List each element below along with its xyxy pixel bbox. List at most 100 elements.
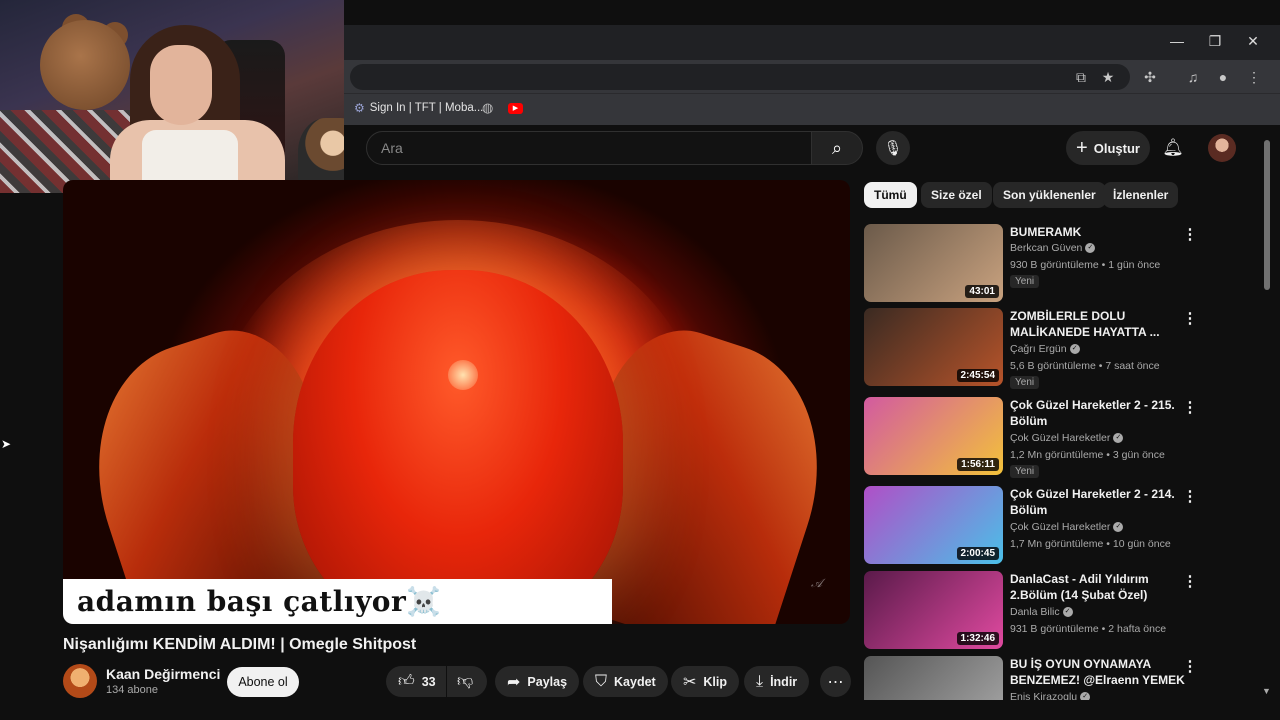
video-head	[293, 270, 623, 624]
new-badge: Yeni	[1010, 275, 1040, 288]
video-thumbnail[interactable]: 2:45:54	[864, 308, 1003, 386]
channel-name[interactable]: Kaan Değirmenci	[106, 666, 220, 682]
channel-avatar[interactable]	[63, 664, 97, 698]
search-input[interactable]: Ara	[366, 131, 812, 165]
bookmark-tft[interactable]: ⚙ Sign In | TFT | Moba...	[354, 99, 483, 117]
chip-recent[interactable]: Son yüklenenler	[993, 182, 1106, 208]
video-thumbnail[interactable]: 1:56:11	[864, 397, 1003, 475]
scrollbar-thumb[interactable]	[1264, 140, 1270, 290]
download-button[interactable]: ⤓ İndir	[744, 666, 810, 697]
video-watermark: 𝒜	[811, 576, 823, 590]
browser-profile-icon[interactable]: ●	[1211, 66, 1235, 88]
verified-icon: ✓	[1080, 692, 1091, 700]
recommended-video[interactable]: 1:56:11 Çok Güzel Hareketler 2 - 215. Bö…	[864, 397, 1249, 478]
channel-name: Çağrı Ergün ✓	[1010, 343, 1080, 355]
video-player[interactable]: adamın başı çatlıyor☠️ 𝒜	[63, 180, 850, 624]
subscriber-count: 134 abone	[106, 684, 158, 696]
globe-icon: ◍	[482, 100, 494, 115]
bookmark-icon: ⛉	[595, 672, 608, 690]
bookmark-label: Sign In | TFT | Moba...	[369, 102, 484, 114]
video-thumbnail[interactable]: 43:01	[864, 224, 1003, 302]
tft-icon: ⚙	[354, 101, 365, 115]
search-placeholder: Ara	[381, 140, 403, 156]
chip-for-you[interactable]: Size özel	[921, 182, 992, 208]
chip-all[interactable]: Tümü	[864, 182, 917, 208]
verified-icon: ✓	[1062, 607, 1073, 618]
video-meta: 1,7 Mn görüntüleme • 10 gün önce	[1010, 538, 1171, 550]
channel-name: Çok Güzel Hareketler ✓	[1010, 521, 1124, 533]
more-vertical-icon[interactable]: ⋮	[1182, 224, 1198, 244]
video-thumbnail[interactable]: 1:32:46	[864, 571, 1003, 649]
save-button[interactable]: ⛉ Kaydet	[583, 666, 668, 697]
chip-watched[interactable]: İzlenenler	[1103, 182, 1179, 208]
channel-name: Enis Kirazoglu ✓	[1010, 691, 1091, 700]
media-control-icon[interactable]: ♫	[1181, 66, 1205, 88]
video-meta: 931 B görüntüleme • 2 hafta önce	[1010, 623, 1167, 635]
create-label: Oluştur	[1093, 140, 1140, 156]
notifications-button[interactable]: 🔔︎	[1158, 133, 1188, 163]
install-app-icon[interactable]: ⧉	[1069, 66, 1093, 88]
recommended-video[interactable]: 2:00:45 Çok Güzel Hareketler 2 - 214. Bö…	[864, 486, 1249, 566]
bookmark-star-icon[interactable]: ★	[1096, 66, 1120, 88]
download-icon: ⤓	[756, 672, 764, 690]
video-hotspot	[448, 360, 478, 390]
video-title: Nişanlığımı KENDİM ALDIM! | Omegle Shitp…	[63, 636, 417, 653]
page-scrollbar[interactable]	[1262, 140, 1270, 685]
video-thumbnail[interactable]: 2:00:45	[864, 486, 1003, 564]
search-icon: ⌕	[831, 137, 843, 158]
recommended-video[interactable]: 1:32:46 DanlaCast - Adil Yıldırım 2.Bölü…	[864, 571, 1249, 651]
minimize-icon[interactable]: —	[1158, 25, 1196, 57]
create-button[interactable]: + Oluştur	[1066, 131, 1150, 165]
more-actions-button[interactable]: ⋯	[820, 666, 851, 697]
verified-icon: ✓	[1069, 344, 1080, 355]
voice-search-button[interactable]: 🎙	[876, 131, 910, 165]
new-badge: Yeni	[1010, 465, 1040, 478]
bookmark-youtube[interactable]: ▶	[508, 99, 523, 117]
video-duration: 1:56:11	[957, 458, 999, 471]
video-title: BUMERAMK	[1010, 225, 1082, 239]
close-icon[interactable]: ✕	[1234, 25, 1272, 57]
bookmark-globe[interactable]: ◍	[482, 99, 493, 117]
more-vertical-icon[interactable]: ⋮	[1182, 486, 1198, 506]
channel-name: Berkcan Güven ✓	[1010, 242, 1096, 254]
thumbs-up-icon: 👍︎	[398, 673, 415, 690]
microphone-icon: 🎙	[883, 140, 903, 157]
thumbs-down-icon: 👎︎	[457, 673, 474, 690]
video-meta: 1,2 Mn görüntüleme • 3 gün önce	[1010, 449, 1165, 461]
recommended-video[interactable]: BU İŞ OYUN OYNAMAYA BENZEMEZ! @Elraenn Y…	[864, 656, 1249, 700]
scroll-down-arrow-icon[interactable]: ▼	[1262, 686, 1271, 696]
clip-button[interactable]: ✂ Klip	[671, 666, 740, 697]
more-vertical-icon[interactable]: ⋮	[1182, 397, 1198, 417]
more-vertical-icon[interactable]: ⋮	[1182, 308, 1198, 328]
share-label: Paylaş	[527, 674, 568, 689]
video-thumbnail[interactable]	[864, 656, 1003, 700]
address-bar[interactable]	[350, 64, 1130, 90]
account-avatar[interactable]	[1208, 134, 1236, 162]
save-label: Kaydet	[614, 674, 656, 689]
verified-icon: ✓	[1113, 433, 1124, 444]
bell-icon: 🔔︎	[1162, 138, 1184, 157]
extensions-icon[interactable]: ✣	[1138, 66, 1162, 88]
video-duration: 1:32:46	[956, 632, 999, 645]
video-duration: 2:45:54	[956, 369, 999, 382]
more-vertical-icon[interactable]: ⋮	[1182, 571, 1198, 591]
clip-label: Klip	[703, 674, 728, 689]
recommended-video[interactable]: 43:01 BUMERAMK Berkcan Güven ✓ 930 B görü…	[864, 224, 1249, 304]
video-duration: 2:00:45	[956, 547, 999, 560]
browser-menu-icon[interactable]: ⋮	[1242, 66, 1266, 88]
plus-icon: +	[1076, 136, 1088, 159]
share-button[interactable]: ➦ Paylaş	[495, 666, 580, 697]
video-duration: 43:01	[965, 285, 999, 298]
like-button[interactable]: 👍︎ 33	[386, 666, 446, 697]
subscribe-button[interactable]: Abone ol	[227, 667, 299, 697]
teddy-bear	[40, 20, 130, 110]
dislike-button[interactable]: 👎︎	[447, 666, 487, 697]
search-button[interactable]: ⌕	[811, 131, 863, 165]
more-vertical-icon[interactable]: ⋮	[1182, 656, 1198, 676]
channel-name: Çok Güzel Hareketler ✓	[1010, 432, 1124, 444]
video-meta: 5,6 B görüntüleme • 7 saat önce	[1010, 360, 1160, 372]
video-title: Çok Güzel Hareketler 2 - 215. Bölüm	[1010, 398, 1175, 428]
restore-icon[interactable]: ❐	[1196, 25, 1234, 57]
recommended-video[interactable]: 2:45:54 ZOMBİLERLE DOLU MALİKANEDE HAYAT…	[864, 308, 1249, 389]
video-title: Çok Güzel Hareketler 2 - 214. Bölüm	[1010, 487, 1175, 517]
